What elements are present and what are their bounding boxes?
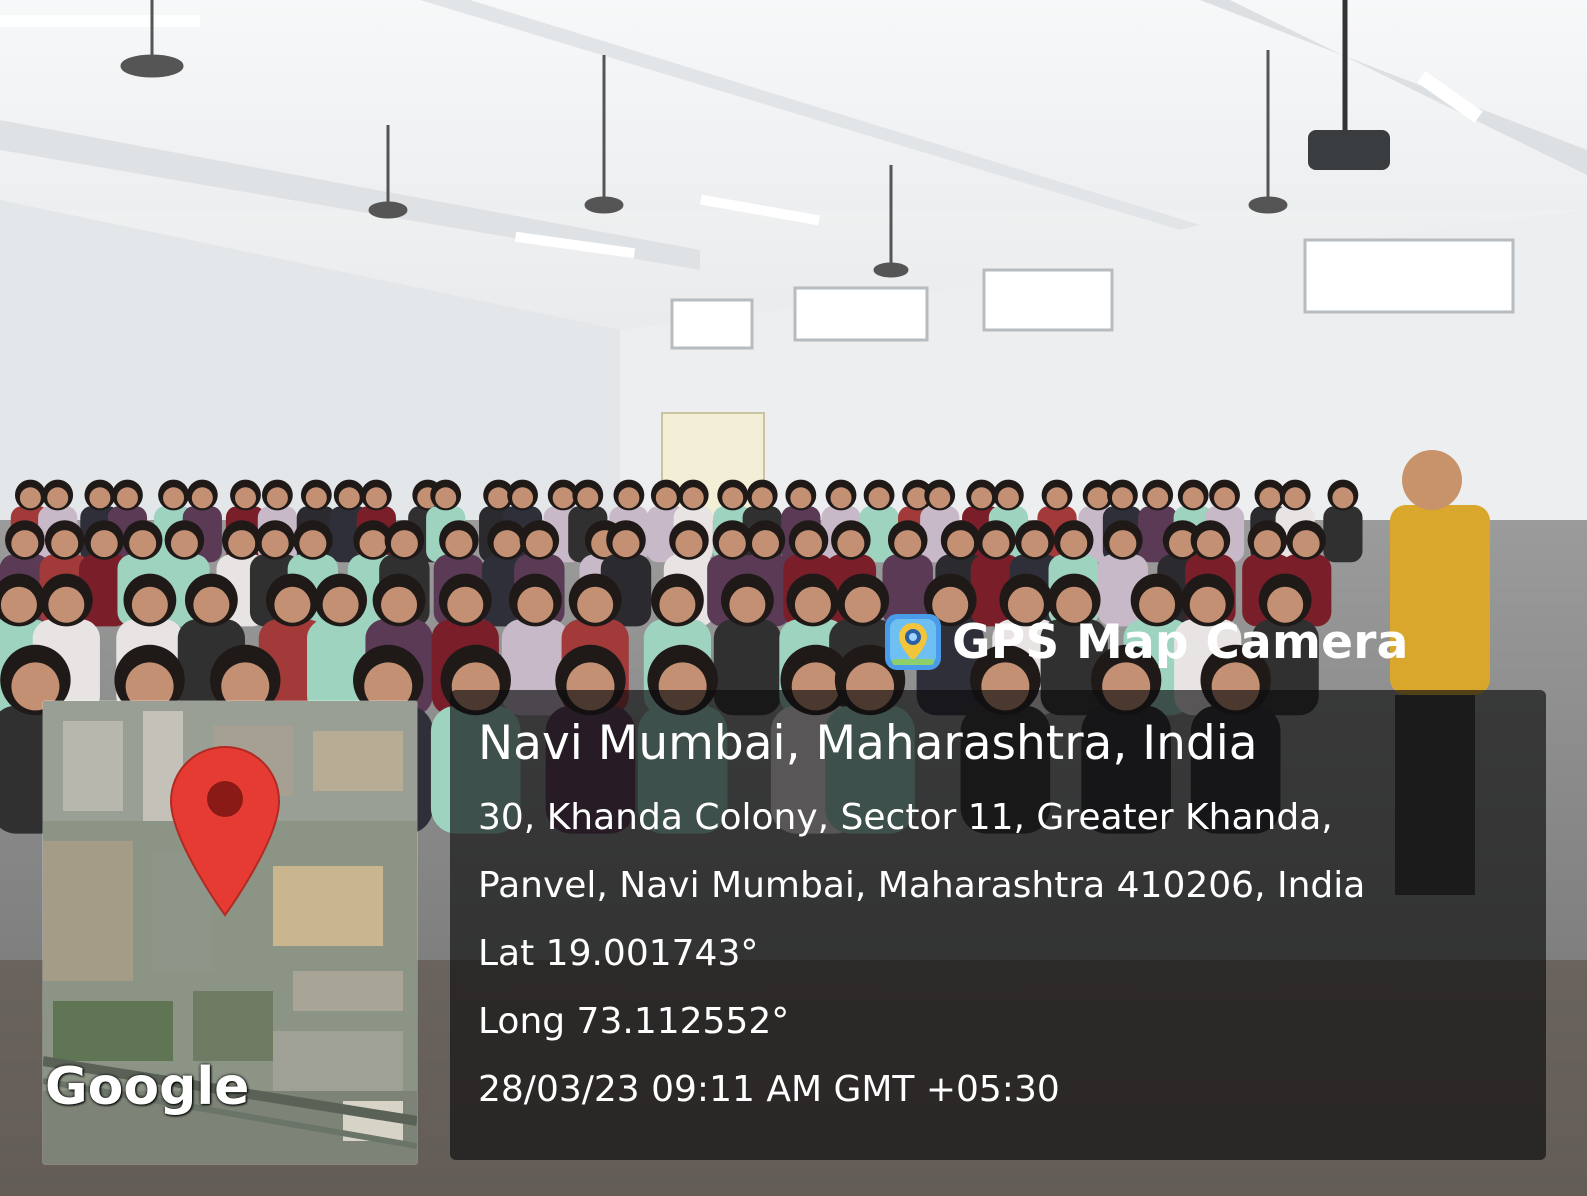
google-attribution: Google — [45, 1057, 250, 1117]
location-info-panel: Navi Mumbai, Maharashtra, India 30, Khan… — [450, 690, 1546, 1160]
location-title: Navi Mumbai, Maharashtra, India — [478, 716, 1258, 771]
address-line-2: Panvel, Navi Mumbai, Maharashtra 410206,… — [478, 865, 1366, 906]
brand-label: GPS Map Camera — [952, 614, 1409, 670]
gps-camera-pin-icon — [885, 614, 941, 670]
satellite-minimap: Google — [42, 700, 418, 1165]
latitude: Lat 19.001743° — [478, 933, 759, 974]
gps-map-camera-brand: GPS Map Camera — [884, 612, 1408, 672]
timestamp: 28/03/23 09:11 AM GMT +05:30 — [478, 1069, 1060, 1110]
longitude: Long 73.112552° — [478, 1001, 790, 1042]
address-line-1: 30, Khanda Colony, Sector 11, Greater Kh… — [478, 797, 1333, 838]
